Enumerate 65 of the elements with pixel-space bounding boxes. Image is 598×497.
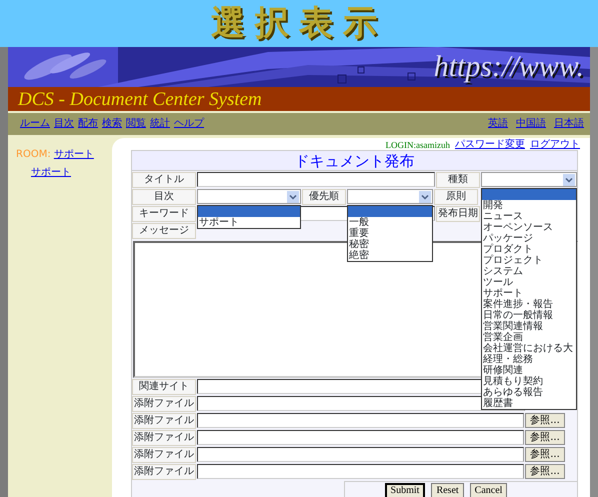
- field-label: 添附ファイル: [132, 413, 196, 429]
- dropdown-option[interactable]: サポート: [482, 288, 576, 299]
- browse-button[interactable]: 参照...: [525, 464, 565, 479]
- form-button[interactable]: Submit: [384, 483, 426, 497]
- dropdown-option[interactable]: ニュース: [482, 211, 576, 222]
- dropdown-option[interactable]: 秘密: [348, 239, 432, 250]
- account-link[interactable]: パスワード変更: [455, 139, 525, 151]
- banner-url-text: https://www.: [434, 49, 584, 85]
- file-input[interactable]: [197, 447, 524, 462]
- title-input[interactable]: [197, 172, 435, 187]
- file-input[interactable]: [197, 430, 524, 445]
- dropdown-option[interactable]: 案件進捗・報告: [482, 299, 576, 310]
- caret-icon: [563, 174, 575, 186]
- browse-button[interactable]: 参照...: [525, 413, 565, 428]
- dropdown-option[interactable]: ツール: [482, 277, 576, 288]
- caret-icon: [419, 190, 431, 202]
- dropdown-option[interactable]: サポート: [198, 217, 300, 228]
- field-label: メッセージ: [132, 223, 196, 239]
- dropdown-option[interactable]: プロジェクト: [482, 255, 576, 266]
- dropdown-option[interactable]: 日常の一般情報: [482, 310, 576, 321]
- dropdown-option[interactable]: 開発: [482, 200, 576, 211]
- field-label: 添附ファイル: [132, 447, 196, 463]
- field-label: 関連サイト: [132, 379, 196, 395]
- dropdown-option[interactable]: 履歴書: [482, 398, 576, 409]
- dropdown-option[interactable]: パッケージ: [482, 233, 576, 244]
- field-label: 添附ファイル: [132, 464, 196, 480]
- system-title: DCS - Document Center System: [8, 87, 590, 113]
- type-select[interactable]: [481, 172, 577, 187]
- form-button[interactable]: Reset: [431, 483, 464, 497]
- form-button[interactable]: Cancel: [470, 483, 508, 497]
- dropdown-option[interactable]: 研修関連: [482, 365, 576, 376]
- dropdown-option[interactable]: システム: [482, 266, 576, 277]
- field-label: 優先順: [302, 189, 346, 205]
- field-label: 目次: [132, 189, 196, 205]
- dropdown-option[interactable]: オーペンソース: [482, 222, 576, 233]
- dropdown-option[interactable]: 重要: [348, 228, 432, 239]
- login-user: LOGIN:asamizuh: [386, 140, 450, 150]
- dropdown-option[interactable]: 営業関連情報: [482, 321, 576, 332]
- field-label: 種類: [436, 172, 480, 188]
- account-link[interactable]: ログアウト: [530, 139, 580, 151]
- browse-button[interactable]: 参照...: [525, 447, 565, 462]
- dropdown-option[interactable]: 会社運営における大: [482, 343, 576, 354]
- file-input[interactable]: [197, 413, 524, 428]
- form-title: ドキュメント発布: [132, 151, 577, 171]
- field-label: タイトル: [132, 172, 196, 188]
- dropdown-option[interactable]: プロダクト: [482, 244, 576, 255]
- dropdown-option[interactable]: 経理・総務: [482, 354, 576, 365]
- field-label: キーワード: [132, 206, 196, 222]
- field-label: 原則: [434, 189, 478, 205]
- field-label: 発布日期: [436, 206, 480, 222]
- dropdown-option[interactable]: 絶密: [348, 250, 432, 261]
- dropdown-option[interactable]: あらゆる報告: [482, 387, 576, 398]
- sidebar-link[interactable]: サポート: [31, 167, 71, 178]
- caret-icon: [287, 190, 299, 202]
- browse-button[interactable]: 参照...: [525, 430, 565, 445]
- room-label: ROOM:: [16, 149, 51, 160]
- file-input[interactable]: [197, 464, 524, 479]
- room-link[interactable]: サポート: [54, 149, 94, 160]
- dropdown-option[interactable]: 営業企画: [482, 332, 576, 343]
- page-title: 選択表示: [211, 3, 387, 44]
- dropdown-option[interactable]: 一般: [348, 217, 432, 228]
- field-label: 添附ファイル: [132, 396, 196, 412]
- dropdown-option[interactable]: 見積もり契約: [482, 376, 576, 387]
- field-label: 添附ファイル: [132, 430, 196, 446]
- priority-select[interactable]: [347, 189, 433, 204]
